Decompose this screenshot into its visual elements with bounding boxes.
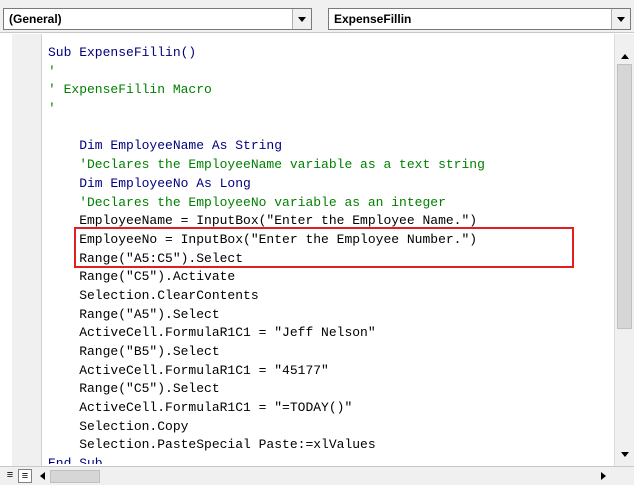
object-dropdown[interactable]: (General): [3, 8, 312, 30]
code-window-footer: ≡ ≡: [0, 466, 634, 485]
chevron-down-icon[interactable]: [611, 9, 630, 29]
chevron-down-icon[interactable]: [292, 9, 311, 29]
code-line[interactable]: Selection.ClearContents: [48, 287, 614, 306]
code-line[interactable]: ': [48, 100, 614, 119]
code-window-toolbar: (General) ExpenseFillin: [0, 0, 634, 33]
scroll-left-icon[interactable]: [40, 472, 45, 480]
scroll-down-icon[interactable]: [621, 452, 629, 457]
code-line[interactable]: Range("C5").Select: [48, 380, 614, 399]
procedure-dropdown-value: ExpenseFillin: [334, 12, 412, 26]
object-dropdown-value: (General): [9, 12, 62, 26]
scroll-up-icon[interactable]: [621, 54, 629, 59]
code-editor[interactable]: Sub ExpenseFillin() ' ' ExpenseFillin Ma…: [0, 34, 634, 466]
code-line[interactable]: Range("C5").Activate: [48, 268, 614, 287]
horizontal-scroll-thumb[interactable]: [50, 470, 100, 483]
code-line[interactable]: 'Declares the EmployeeName variable as a…: [48, 156, 614, 175]
procedure-dropdown[interactable]: ExpenseFillin: [328, 8, 631, 30]
code-line[interactable]: Range("A5").Select: [48, 306, 614, 325]
code-line[interactable]: ': [48, 63, 614, 82]
code-line[interactable]: Selection.Copy: [48, 418, 614, 437]
vertical-scroll-thumb[interactable]: [617, 64, 632, 329]
scroll-right-icon[interactable]: [601, 472, 606, 480]
code-line[interactable]: ActiveCell.FormulaR1C1 = "=TODAY()": [48, 399, 614, 418]
code-line[interactable]: Dim EmployeeName As String: [48, 137, 614, 156]
code-line[interactable]: Sub ExpenseFillin(): [48, 44, 614, 63]
code-line[interactable]: End Sub: [48, 455, 614, 464]
code-line[interactable]: 'Declares the EmployeeNo variable as an …: [48, 194, 614, 213]
code-line[interactable]: Selection.PasteSpecial Paste:=xlValues: [48, 436, 614, 455]
margin-indicator-bar[interactable]: [12, 34, 42, 466]
full-module-view-icon[interactable]: ≡: [18, 469, 32, 483]
code-line[interactable]: Dim EmployeeNo As Long: [48, 175, 614, 194]
highlight-box: [74, 227, 574, 268]
code-line[interactable]: ' ExpenseFillin Macro: [48, 81, 614, 100]
code-line[interactable]: ActiveCell.FormulaR1C1 = "Jeff Nelson": [48, 324, 614, 343]
vertical-scrollbar[interactable]: [614, 34, 634, 466]
code-line[interactable]: ActiveCell.FormulaR1C1 = "45177": [48, 362, 614, 381]
horizontal-scrollbar[interactable]: [50, 469, 598, 484]
procedure-view-icon[interactable]: ≡: [3, 469, 17, 483]
code-line[interactable]: Range("B5").Select: [48, 343, 614, 362]
code-line[interactable]: [48, 119, 614, 138]
